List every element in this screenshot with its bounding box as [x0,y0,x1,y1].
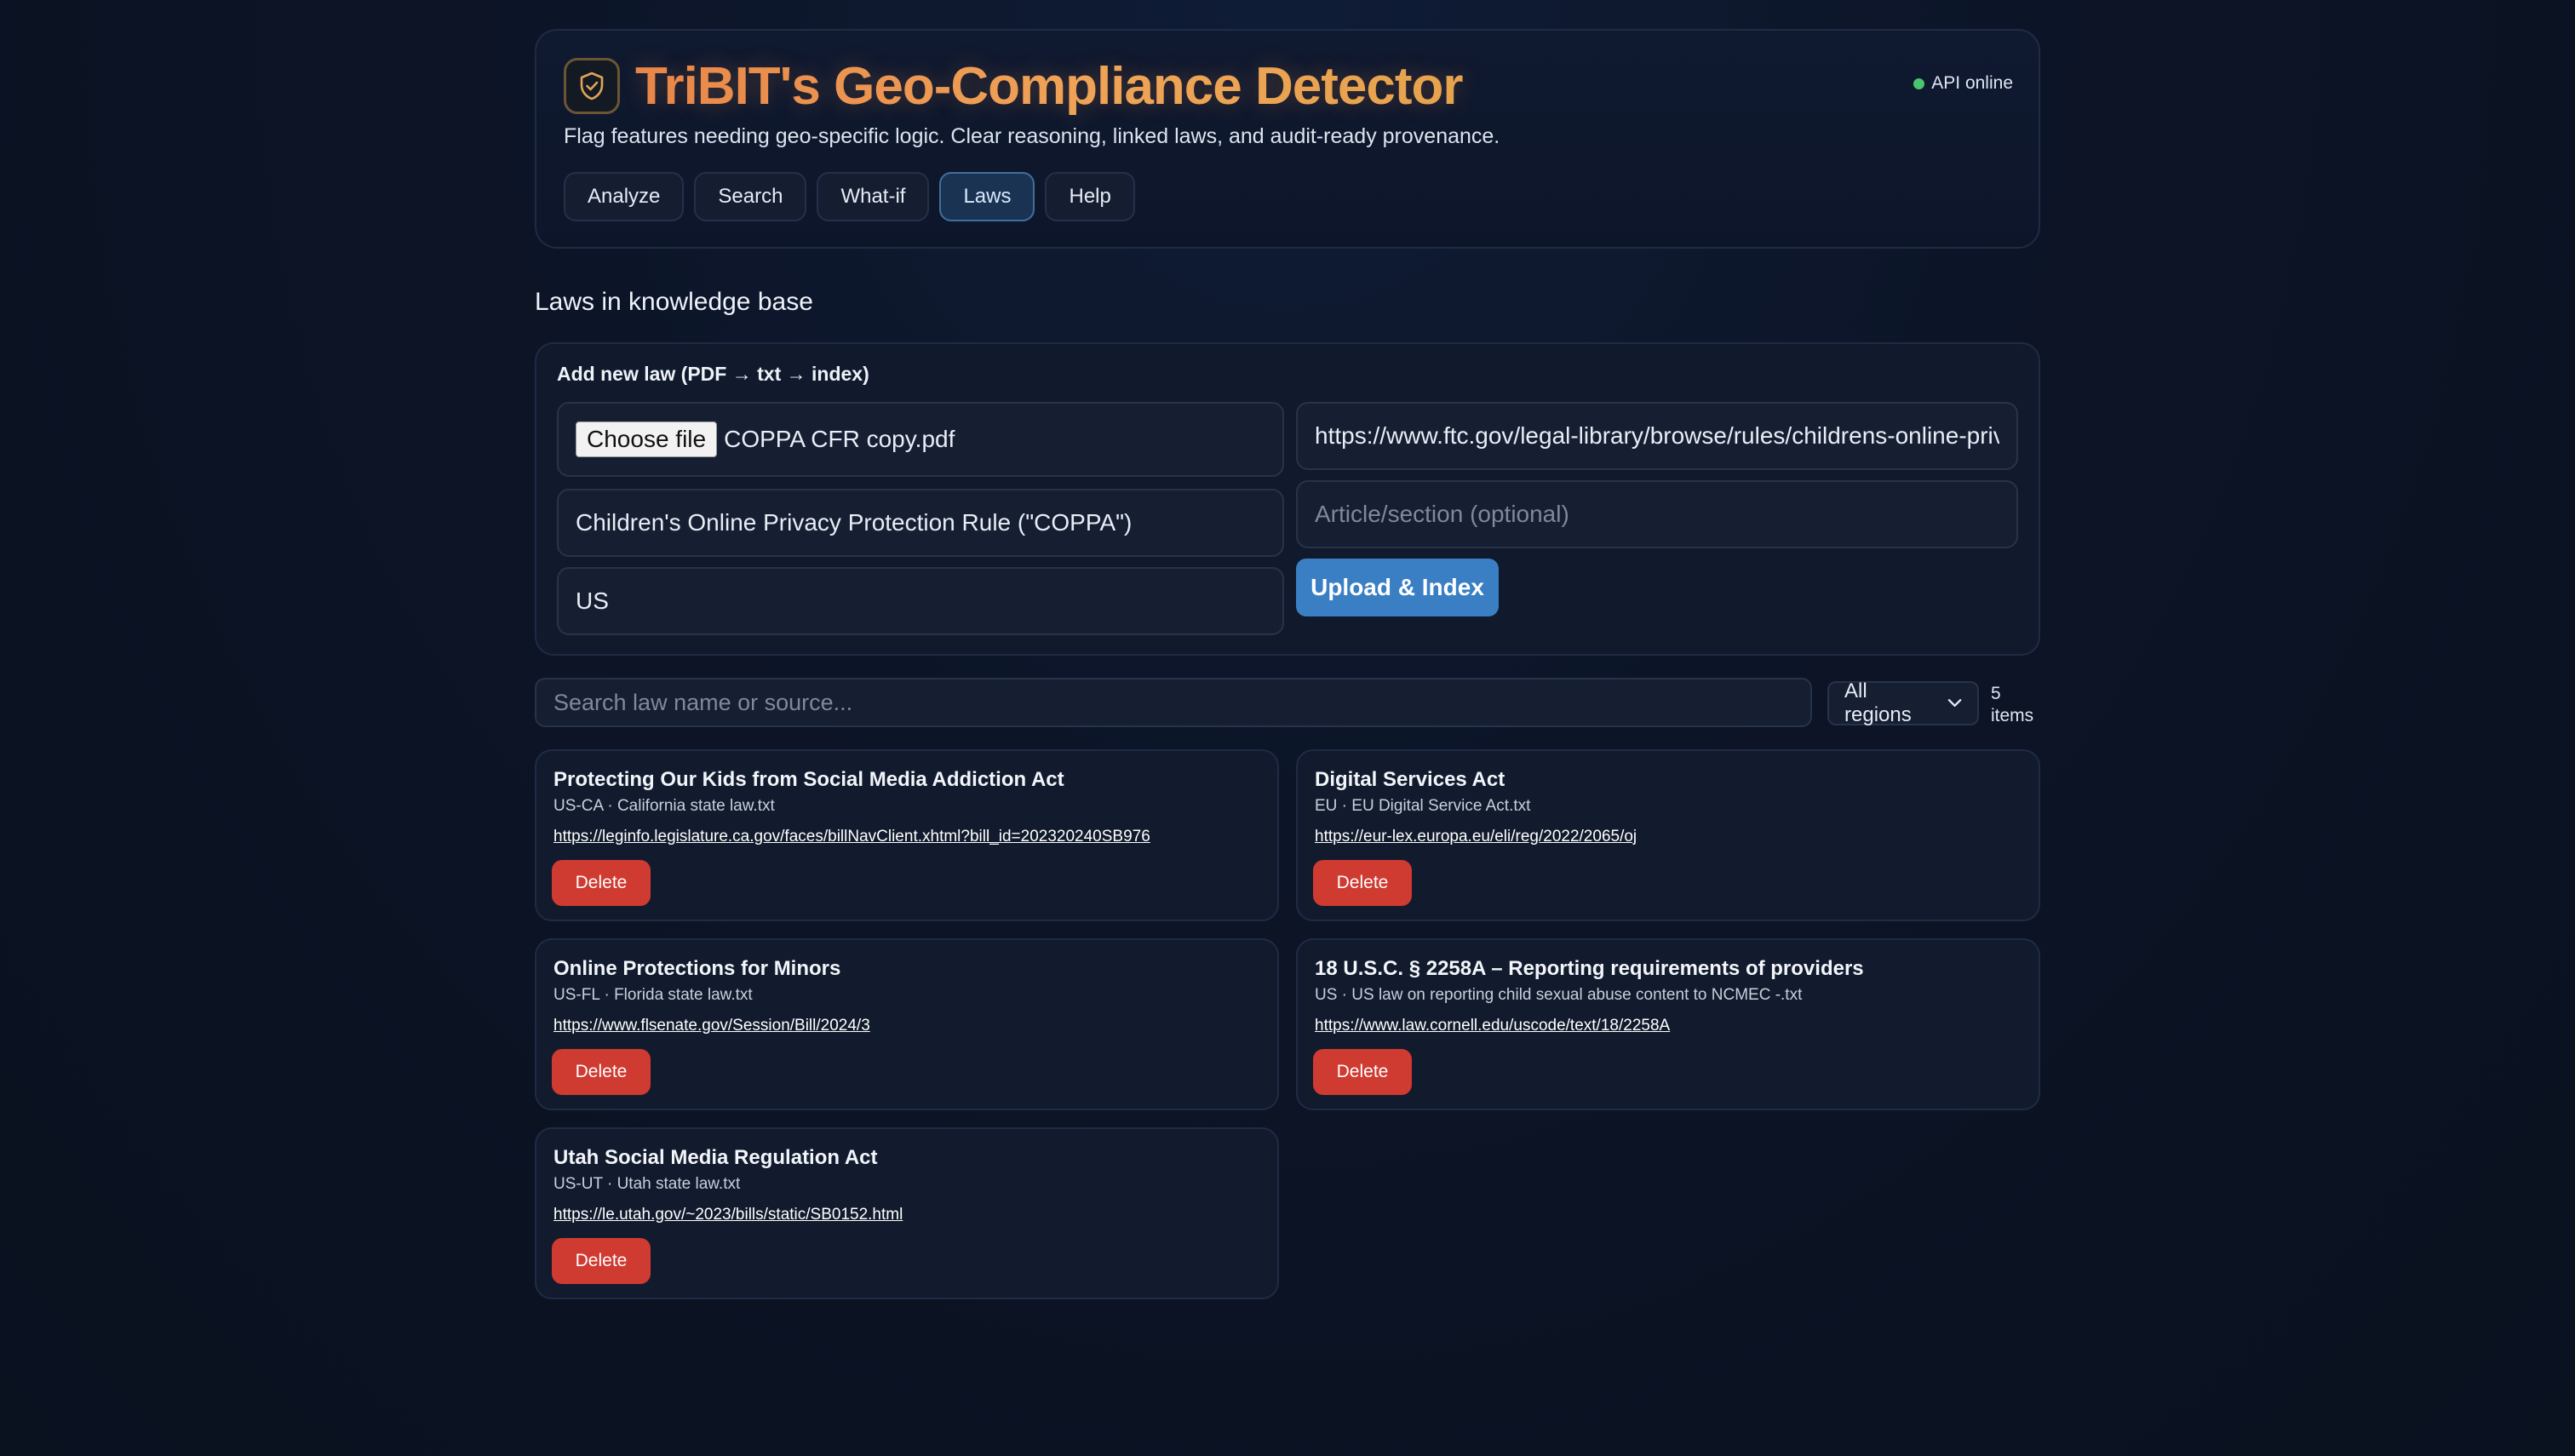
upload-index-button[interactable]: Upload & Index [1296,559,1499,616]
tab-search[interactable]: Search [694,172,807,221]
law-meta: US · US law on reporting child sexual ab… [1315,986,1803,1004]
law-search-input[interactable]: Search law name or source... [535,678,1812,727]
delete-button[interactable]: Delete [552,1238,651,1284]
region-select[interactable]: All regions [1827,679,1979,726]
main-tabs: Analyze Search What-if Laws Help [564,172,1135,221]
law-name-input[interactable]: Children's Online Privacy Protection Rul… [557,489,1284,557]
tab-analyze[interactable]: Analyze [564,172,685,221]
items-count: 5 items [1991,683,2042,727]
app-container: TriBIT's Geo-Compliance Detector API onl… [535,29,2040,1299]
delete-button[interactable]: Delete [552,1049,651,1095]
law-card: 18 U.S.C. § 2258A – Reporting requiremen… [1296,938,2040,1110]
tab-help[interactable]: Help [1045,172,1135,221]
header-card: TriBIT's Geo-Compliance Detector API onl… [535,29,2040,249]
law-source-link[interactable]: https://www.flsenate.gov/Session/Bill/20… [553,1017,870,1035]
app-title: TriBIT's Geo-Compliance Detector [635,57,1464,116]
delete-button[interactable]: Delete [1313,860,1412,906]
items-count-number: 5 [1991,684,2001,703]
shield-check-icon [564,58,620,114]
file-picker[interactable]: Choose file COPPA CFR copy.pdf [557,402,1284,477]
tab-what-if[interactable]: What-if [817,172,930,221]
law-card: Protecting Our Kids from Social Media Ad… [535,749,1279,921]
api-status: API online [1913,73,2013,94]
delete-button[interactable]: Delete [552,860,651,906]
law-source-link[interactable]: https://eur-lex.europa.eu/eli/reg/2022/2… [1315,828,1637,846]
chevron-down-icon [1947,699,1962,708]
law-source-link[interactable]: https://le.utah.gov/~2023/bills/static/S… [553,1206,903,1224]
law-name: Protecting Our Kids from Social Media Ad… [553,768,1064,791]
law-name: Utah Social Media Regulation Act [553,1146,878,1169]
delete-button[interactable]: Delete [1313,1049,1412,1095]
api-status-label: API online [1931,73,2013,93]
source-url-value: https://www.ftc.gov/legal-library/browse… [1315,422,1999,449]
law-meta: US-CA · California state law.txt [553,797,775,815]
law-meta: US-UT · Utah state law.txt [553,1175,741,1193]
add-law-heading: Add new law (PDF → txt → index) [557,363,869,385]
law-card: Utah Social Media Regulation Act US-UT ·… [535,1127,1279,1299]
tab-laws[interactable]: Laws [939,172,1035,221]
article-section-input[interactable]: Article/section (optional) [1296,480,2018,548]
section-title: Laws in knowledge base [535,288,813,316]
law-source-link[interactable]: https://www.law.cornell.edu/uscode/text/… [1315,1017,1670,1035]
law-card: Online Protections for Minors US-FL · Fl… [535,938,1279,1110]
law-meta: US-FL · Florida state law.txt [553,986,753,1004]
status-dot-icon [1913,77,1925,89]
file-name: COPPA CFR copy.pdf [724,426,955,452]
region-select-value: All regions [1844,679,1912,726]
law-meta: EU · EU Digital Service Act.txt [1315,797,1531,815]
app-subtitle: Flag features needing geo-specific logic… [564,124,1500,148]
choose-file-button[interactable]: Choose file [576,421,718,457]
law-name: 18 U.S.C. § 2258A – Reporting requiremen… [1315,957,1864,980]
items-count-unit: items [1991,706,2034,725]
source-url-input[interactable]: https://www.ftc.gov/legal-library/browse… [1296,402,2018,470]
law-name: Digital Services Act [1315,768,1505,791]
law-source-link[interactable]: https://leginfo.legislature.ca.gov/faces… [553,828,1150,846]
region-input[interactable]: US [557,567,1284,635]
law-card: Digital Services Act EU · EU Digital Ser… [1296,749,2040,921]
law-name: Online Protections for Minors [553,957,841,980]
